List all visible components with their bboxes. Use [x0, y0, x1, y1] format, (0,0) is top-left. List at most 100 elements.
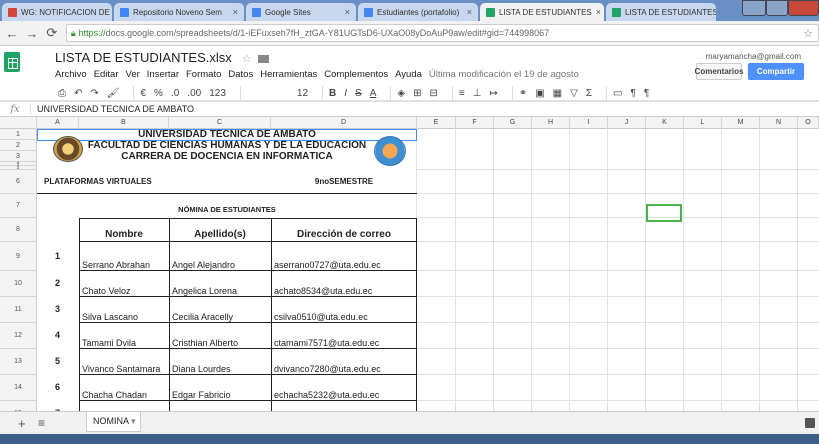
link-icon[interactable]: ⚭	[519, 88, 527, 99]
column-header-d[interactable]: D	[271, 117, 417, 129]
increase-decimal-button[interactable]: .00	[187, 88, 201, 99]
student-apellido[interactable]: Edgar Fabricio	[169, 375, 271, 401]
student-nombre[interactable]: Vivanco Santamara	[79, 349, 169, 375]
percent-button[interactable]: %	[154, 88, 163, 99]
italic-button[interactable]: I	[344, 88, 347, 99]
row-number[interactable]: 1	[52, 242, 72, 271]
row-header-6[interactable]: 6	[0, 170, 37, 194]
input-tools-icon[interactable]: ▭	[613, 88, 622, 99]
wrap-icon[interactable]: ↦	[489, 88, 497, 99]
row-header-15[interactable]: 15	[0, 401, 37, 411]
number-format-button[interactable]: 123	[209, 88, 226, 99]
add-sheet-icon[interactable]: +	[18, 416, 26, 431]
currency-button[interactable]: €	[140, 88, 146, 99]
menu-datos[interactable]: Datos	[228, 69, 253, 80]
student-apellido[interactable]: Edwin Germn	[169, 401, 271, 411]
select-all-corner[interactable]	[0, 117, 37, 129]
student-correo[interactable]: csilva0510@uta.edu.ec	[271, 297, 417, 323]
comment-icon[interactable]: ▣	[535, 88, 544, 99]
student-nombre[interactable]: Silva Lascano	[79, 297, 169, 323]
row-number[interactable]: 3	[52, 297, 72, 323]
doc-title[interactable]: LISTA DE ESTUDIANTES.xlsx ☆	[55, 50, 269, 65]
back-icon[interactable]: ←	[4, 26, 20, 41]
column-header-c[interactable]: C	[169, 117, 271, 129]
sheet-tab-nomina[interactable]: NOMINA ▾	[86, 412, 141, 432]
fill-color-icon[interactable]: ◈	[397, 88, 405, 99]
browser-tab[interactable]: Estudiantes (portafolio) ×	[358, 3, 478, 21]
student-correo[interactable]: esailema7070@uta.edu.ec	[271, 401, 417, 411]
filter-icon[interactable]: ▽	[570, 88, 578, 99]
window-close-button[interactable]	[788, 0, 819, 16]
paint-format-icon[interactable]: 🖌︎	[107, 88, 120, 99]
bold-button[interactable]: B	[329, 88, 336, 99]
align-icon[interactable]: ≡	[459, 88, 465, 99]
student-correo[interactable]: ctamami7571@uta.edu.ec	[271, 323, 417, 349]
student-nombre[interactable]: Chato Veloz	[79, 271, 169, 297]
active-cell[interactable]	[646, 204, 682, 222]
reload-icon[interactable]: ⟳	[44, 25, 60, 41]
row-number[interactable]: 2	[52, 271, 72, 297]
column-header-l[interactable]: L	[684, 117, 722, 129]
menu-ver[interactable]: Ver	[126, 69, 140, 80]
maximize-button[interactable]	[766, 0, 788, 16]
student-apellido[interactable]: Cristhian Alberto	[169, 323, 271, 349]
student-correo[interactable]: dvivanco7280@uta.edu.ec	[271, 349, 417, 375]
row-header-1[interactable]: 1	[0, 129, 37, 140]
folder-icon[interactable]	[257, 54, 269, 63]
column-header-j[interactable]: J	[608, 117, 646, 129]
ltr-icon[interactable]: ¶	[630, 88, 635, 99]
strikethrough-button[interactable]: S	[355, 88, 362, 99]
menu-archivo[interactable]: Archivo	[55, 69, 87, 80]
student-correo[interactable]: aserrano0727@uta.edu.ec	[271, 242, 417, 271]
row-number[interactable]: 7	[52, 401, 72, 411]
student-apellido[interactable]: Angel Alejandro	[169, 242, 271, 271]
redo-icon[interactable]: ↷	[90, 88, 98, 99]
chevron-down-icon[interactable]: ▾	[131, 416, 136, 426]
row-header-14[interactable]: 14	[0, 375, 37, 401]
font-size-select[interactable]: 12	[297, 88, 308, 99]
column-header-n[interactable]: N	[760, 117, 798, 129]
row-header-10[interactable]: 10	[0, 271, 37, 297]
forward-icon[interactable]: →	[24, 26, 40, 41]
column-header-a[interactable]: A	[37, 117, 79, 129]
close-icon[interactable]: ×	[592, 7, 601, 17]
menu-herramientas[interactable]: Herramientas	[260, 69, 317, 80]
menu-formato[interactable]: Formato	[186, 69, 221, 80]
browser-tab[interactable]: Repositorio Noveno Sem ×	[114, 3, 244, 21]
student-correo[interactable]: achato8534@uta.edu.ec	[271, 271, 417, 297]
menu-editar[interactable]: Editar	[94, 69, 119, 80]
minimize-button[interactable]	[742, 0, 766, 16]
column-header-e[interactable]: E	[417, 117, 456, 129]
row-number[interactable]: 5	[52, 349, 72, 375]
print-icon[interactable]: ⎙	[58, 88, 66, 99]
spreadsheet-grid[interactable]: A B C D E F G H I J K L M N O 1 2 3 4 5 …	[0, 117, 819, 411]
row-header-2[interactable]: 2	[0, 140, 37, 151]
student-correo[interactable]: echacha5232@uta.edu.ec	[271, 375, 417, 401]
browser-tab[interactable]: WG: NOTIFICACION DE×	[2, 3, 112, 21]
menu-complementos[interactable]: Complementos	[324, 69, 388, 80]
column-header-h[interactable]: H	[532, 117, 570, 129]
student-nombre[interactable]: Chacha Chadan	[79, 375, 169, 401]
bookmark-star-icon[interactable]: ☆	[803, 27, 813, 40]
text-color-button[interactable]: A	[370, 88, 377, 99]
column-header-m[interactable]: M	[722, 117, 760, 129]
student-apellido[interactable]: Diana Lourdes	[169, 349, 271, 375]
comments-button[interactable]: Comentarios	[695, 63, 743, 80]
column-header-b[interactable]: B	[79, 117, 169, 129]
menu-insertar[interactable]: Insertar	[147, 69, 179, 80]
row-number[interactable]: 6	[52, 375, 72, 401]
row-header-9[interactable]: 9	[0, 242, 37, 271]
merge-icon[interactable]: ⊟	[429, 88, 437, 99]
browser-tab[interactable]: LISTA DE ESTUDIANTES×	[606, 3, 716, 21]
student-apellido[interactable]: Angelica Lorena	[169, 271, 271, 297]
last-modified[interactable]: Última modificación el 19 de agosto	[429, 69, 579, 80]
sheets-logo-icon[interactable]	[4, 52, 20, 72]
student-apellido[interactable]: Cecilia Aracelly	[169, 297, 271, 323]
row-header-12[interactable]: 12	[0, 323, 37, 349]
close-icon[interactable]: ×	[463, 7, 472, 17]
column-header-g[interactable]: G	[494, 117, 532, 129]
star-icon[interactable]: ☆	[242, 53, 252, 65]
borders-icon[interactable]: ⊞	[413, 88, 421, 99]
menu-ayuda[interactable]: Ayuda	[395, 69, 422, 80]
close-icon[interactable]: ×	[341, 7, 350, 17]
